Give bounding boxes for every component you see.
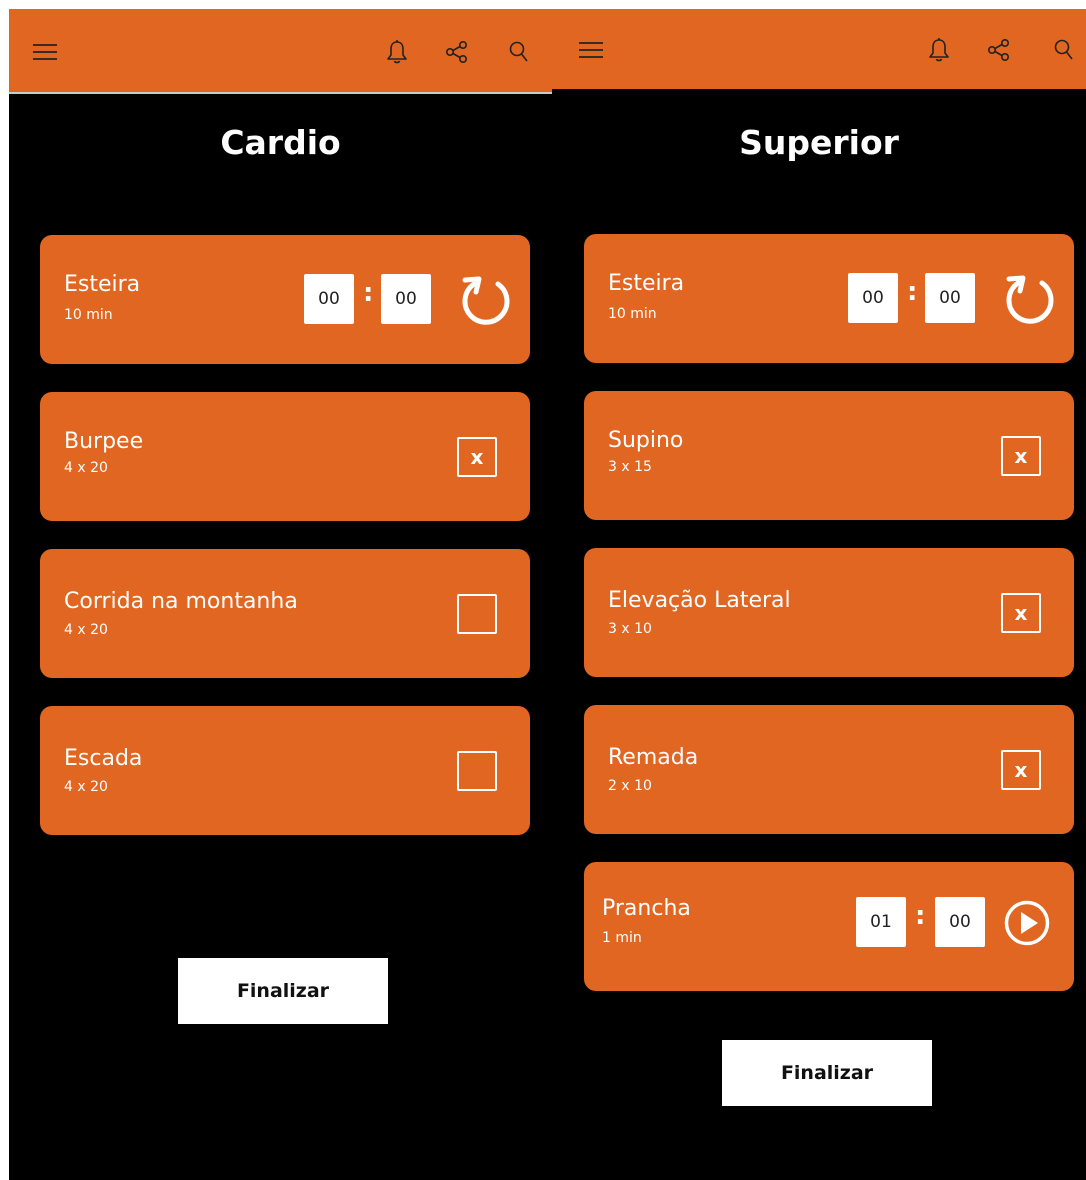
exercise-card-corrida[interactable]: Corrida na montanha 4 x 20 — [40, 549, 530, 678]
timer-seconds-input[interactable]: 00 — [925, 273, 975, 323]
app-bar-divider — [9, 92, 552, 94]
timer-minutes-input[interactable]: 01 — [856, 897, 906, 947]
exercise-detail: 4 x 20 — [64, 779, 108, 795]
exercise-name: Elevação Lateral — [608, 588, 791, 613]
exercise-card-remada[interactable]: Remada 2 x 10 x — [584, 705, 1074, 834]
timer-minutes-input[interactable]: 00 — [304, 274, 354, 324]
timer-seconds-input[interactable]: 00 — [381, 274, 431, 324]
exercise-card-elevacao-lateral[interactable]: Elevação Lateral 3 x 10 x — [584, 548, 1074, 677]
exercise-checkbox[interactable]: x — [1001, 436, 1041, 476]
exercise-card-esteira[interactable]: Esteira 10 min 00 : 00 — [584, 234, 1074, 363]
bell-icon[interactable] — [928, 37, 950, 63]
menu-icon[interactable] — [578, 42, 604, 58]
play-icon[interactable] — [1004, 900, 1050, 946]
exercise-checkbox[interactable]: x — [457, 437, 497, 477]
exercise-checkbox[interactable]: x — [1001, 593, 1041, 633]
exercise-name: Burpee — [64, 429, 144, 454]
timer-separator: : — [363, 278, 374, 308]
app-bar — [9, 9, 552, 92]
exercise-checkbox[interactable] — [457, 594, 497, 634]
exercise-card-escada[interactable]: Escada 4 x 20 — [40, 706, 530, 835]
exercise-detail: 1 min — [602, 930, 642, 946]
exercise-detail: 3 x 10 — [608, 621, 652, 637]
exercise-name: Remada — [608, 745, 699, 770]
exercise-card-esteira[interactable]: Esteira 10 min 00 : 00 — [40, 235, 530, 364]
exercise-detail: 4 x 20 — [64, 460, 108, 476]
app-bar — [552, 9, 1086, 89]
exercise-name: Esteira — [64, 272, 141, 297]
timer-seconds-input[interactable]: 00 — [935, 897, 985, 947]
restart-icon[interactable] — [459, 273, 513, 327]
bell-icon[interactable] — [386, 39, 408, 65]
exercise-name: Esteira — [608, 271, 685, 296]
exercise-name: Corrida na montanha — [64, 589, 298, 614]
exercise-name: Prancha — [602, 896, 691, 921]
exercise-card-prancha[interactable]: Prancha 1 min 01 : 00 — [584, 862, 1074, 991]
exercise-card-burpee[interactable]: Burpee 4 x 20 x — [40, 392, 530, 521]
share-icon[interactable] — [987, 38, 1011, 62]
exercise-checkbox[interactable] — [457, 751, 497, 791]
exercise-detail: 2 x 10 — [608, 778, 652, 794]
exercise-detail: 3 x 15 — [608, 459, 652, 475]
finish-button[interactable]: Finalizar — [722, 1040, 932, 1106]
exercise-detail: 10 min — [608, 306, 657, 322]
exercise-name: Escada — [64, 746, 143, 771]
timer-minutes-input[interactable]: 00 — [848, 273, 898, 323]
finish-button[interactable]: Finalizar — [178, 958, 388, 1024]
exercise-detail: 4 x 20 — [64, 622, 108, 638]
page-title: Cardio — [220, 123, 341, 162]
exercise-detail: 10 min — [64, 307, 113, 323]
search-icon[interactable] — [509, 40, 529, 64]
screen-cardio: Cardio Esteira 10 min 00 : 00 Burpee 4 x… — [9, 9, 552, 1180]
search-icon[interactable] — [1054, 38, 1074, 62]
exercise-name: Supino — [608, 428, 684, 453]
timer-separator: : — [915, 901, 926, 931]
timer-separator: : — [907, 277, 918, 307]
menu-icon[interactable] — [32, 44, 58, 60]
restart-icon[interactable] — [1003, 272, 1057, 326]
exercise-card-supino[interactable]: Supino 3 x 15 x — [584, 391, 1074, 520]
share-icon[interactable] — [445, 40, 469, 64]
screen-superior: Superior Esteira 10 min 00 : 00 Supino 3… — [552, 9, 1086, 1180]
exercise-checkbox[interactable]: x — [1001, 750, 1041, 790]
page-title: Superior — [739, 123, 899, 162]
